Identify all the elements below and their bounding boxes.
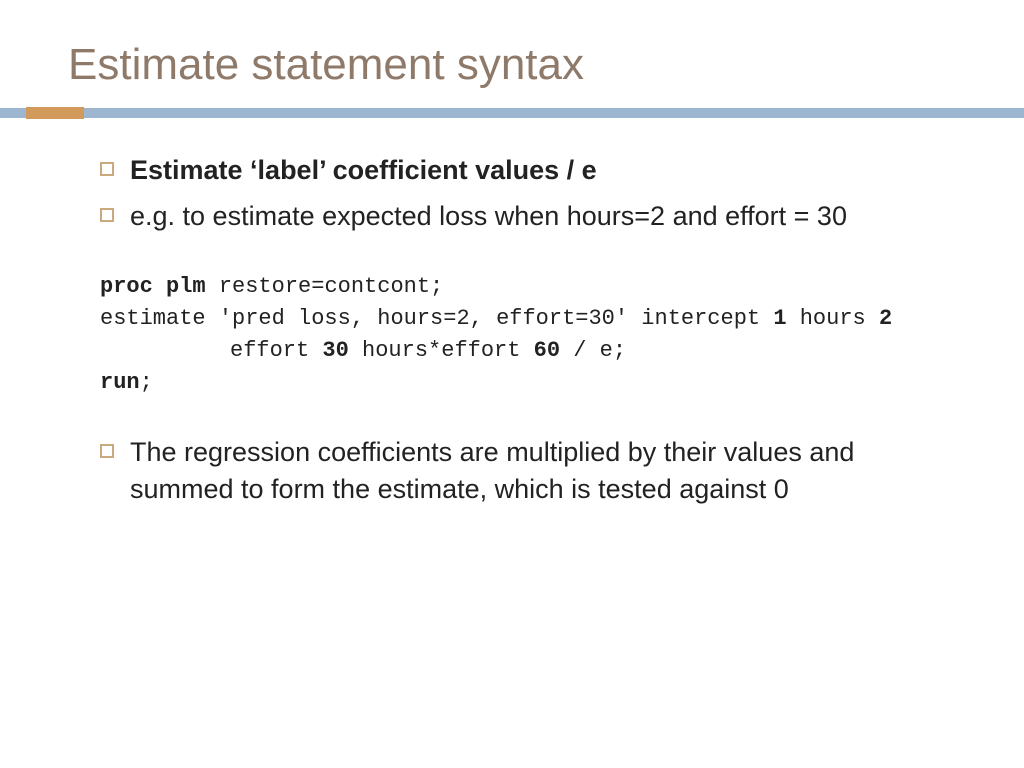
code-text: hours [787, 306, 879, 331]
code-text: effort [230, 338, 322, 363]
bullet-text: e.g. to estimate expected loss when hour… [130, 198, 952, 234]
code-keyword: proc plm [100, 274, 206, 299]
bullet-item: Estimate ‘label’ coefficient values / e [100, 152, 952, 188]
rule-blue [0, 108, 1024, 118]
bullet-item: e.g. to estimate expected loss when hour… [100, 198, 952, 234]
bullet-item: The regression coefficients are multipli… [100, 434, 952, 507]
bullet-text: Estimate ‘label’ coefficient values / e [130, 152, 952, 188]
code-number: 60 [534, 338, 560, 363]
rule-orange [26, 107, 84, 119]
code-text: estimate 'pred loss, hours=2, effort=30'… [100, 306, 773, 331]
bullet-marker-icon [100, 444, 114, 458]
slide-body: Estimate ‘label’ coefficient values / e … [72, 152, 952, 507]
code-line: estimate 'pred loss, hours=2, effort=30'… [100, 303, 952, 367]
code-number: 30 [322, 338, 348, 363]
slide-title: Estimate statement syntax [68, 40, 952, 90]
bullet-marker-icon [100, 162, 114, 176]
code-text: restore=contcont; [206, 274, 444, 299]
title-rule [0, 108, 1024, 120]
code-block: proc plm restore=contcont; estimate 'pre… [100, 271, 952, 399]
code-number: 2 [879, 306, 892, 331]
slide: Estimate statement syntax Estimate ‘labe… [0, 0, 1024, 768]
code-keyword: run [100, 370, 140, 395]
bullet-text: The regression coefficients are multipli… [130, 434, 952, 507]
code-line: proc plm restore=contcont; [100, 271, 952, 303]
code-text: hours*effort [349, 338, 534, 363]
code-number: 1 [773, 306, 786, 331]
code-text: ; [140, 370, 153, 395]
bullet-marker-icon [100, 208, 114, 222]
code-text: / e; [560, 338, 626, 363]
code-line: run; [100, 367, 952, 399]
